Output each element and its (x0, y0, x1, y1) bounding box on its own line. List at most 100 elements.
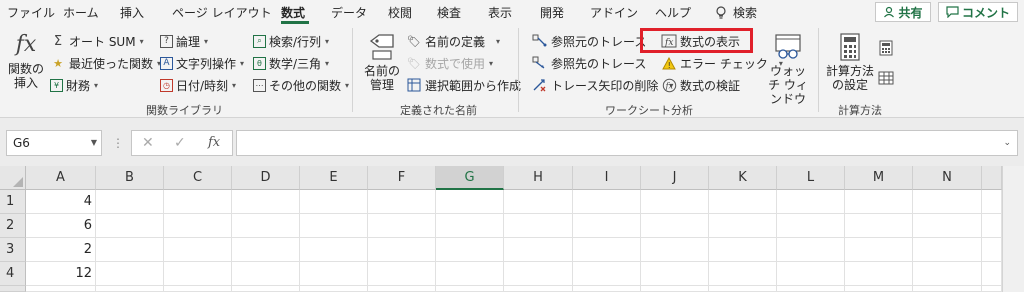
formula-input[interactable]: ⌄ (236, 130, 1018, 156)
cell-k5[interactable] (709, 286, 777, 292)
calculate-now-button[interactable] (878, 38, 894, 58)
name-box[interactable]: G6 ▼ (6, 130, 102, 156)
name-manager-button[interactable]: 名前の管理 (360, 32, 404, 92)
cell-g5[interactable] (436, 286, 504, 292)
column-header-f[interactable]: F (368, 166, 436, 190)
column-header-i[interactable]: I (573, 166, 641, 190)
cell-h4[interactable] (504, 262, 573, 286)
trace-precedents-button[interactable]: 参照元のトレース (532, 31, 646, 51)
cell-g2[interactable] (436, 214, 504, 238)
cell-extra1[interactable] (982, 190, 1002, 214)
cell-m3[interactable] (845, 238, 913, 262)
cell-e4[interactable] (300, 262, 368, 286)
cell-g1[interactable] (436, 190, 504, 214)
create-from-selection-button[interactable]: 選択範囲から作成 (406, 75, 521, 95)
cell-l4[interactable] (777, 262, 845, 286)
cell-f3[interactable] (368, 238, 436, 262)
autosum-button[interactable]: Σ オート SUM ▾ (50, 31, 144, 51)
tab-data[interactable]: データ (331, 4, 367, 21)
cell-k2[interactable] (709, 214, 777, 238)
cell-f2[interactable] (368, 214, 436, 238)
cell-c2[interactable] (164, 214, 232, 238)
tab-insert[interactable]: 挿入 (120, 4, 144, 21)
cell-d2[interactable] (232, 214, 300, 238)
cell-l2[interactable] (777, 214, 845, 238)
cell-e2[interactable] (300, 214, 368, 238)
more-functions-button[interactable]: ⋯ その他の関数 ▾ (253, 75, 349, 95)
financial-button[interactable]: ¥ 財務 ▾ (50, 75, 98, 95)
cell-e5[interactable] (300, 286, 368, 292)
cell-m2[interactable] (845, 214, 913, 238)
cell-n1[interactable] (913, 190, 982, 214)
cell-k1[interactable] (709, 190, 777, 214)
cell-c5[interactable] (164, 286, 232, 292)
cell-d5[interactable] (232, 286, 300, 292)
watch-window-button[interactable]: ウォッチ ウィンドウ (764, 32, 812, 106)
cell-j2[interactable] (641, 214, 709, 238)
tab-view[interactable]: 表示 (488, 4, 512, 21)
cell-i1[interactable] (573, 190, 641, 214)
tab-addins[interactable]: アドイン (590, 4, 638, 21)
column-header-m[interactable]: M (845, 166, 913, 190)
tab-file[interactable]: ファイル (7, 4, 55, 21)
cell-b2[interactable] (96, 214, 164, 238)
cell-f1[interactable] (368, 190, 436, 214)
share-button[interactable]: 共有 (875, 2, 931, 22)
cell-extra2[interactable] (982, 214, 1002, 238)
math-trig-button[interactable]: θ 数学/三角 ▾ (253, 53, 329, 73)
cell-extra4[interactable] (982, 262, 1002, 286)
cell-a4[interactable]: 12 (26, 262, 96, 286)
cell-j3[interactable] (641, 238, 709, 262)
cell-i2[interactable] (573, 214, 641, 238)
cell-n3[interactable] (913, 238, 982, 262)
column-header-b[interactable]: B (96, 166, 164, 190)
cell-i4[interactable] (573, 262, 641, 286)
row-header-2[interactable]: 2 (0, 214, 26, 238)
row-header-4[interactable]: 4 (0, 262, 26, 286)
cancel-x-icon[interactable]: ✕ (142, 135, 154, 151)
chevron-down-icon[interactable]: ⌄ (1003, 138, 1011, 148)
cell-f5[interactable] (368, 286, 436, 292)
enter-check-icon[interactable]: ✓ (174, 135, 186, 151)
tell-me-search[interactable]: 検索 (715, 4, 757, 21)
tab-page-layout[interactable]: ページ レイアウト (172, 4, 272, 21)
cell-j5[interactable] (641, 286, 709, 292)
cell-d4[interactable] (232, 262, 300, 286)
cell-g4[interactable] (436, 262, 504, 286)
recent-functions-button[interactable]: ★ 最近使った関数 ▾ (50, 53, 161, 73)
column-header-l[interactable]: L (777, 166, 845, 190)
comment-button[interactable]: コメント (938, 2, 1018, 22)
cell-g3[interactable] (436, 238, 504, 262)
calculation-options-button[interactable]: 計算方法 の設定 (824, 32, 876, 92)
cell-j4[interactable] (641, 262, 709, 286)
cell-e1[interactable] (300, 190, 368, 214)
cell-j1[interactable] (641, 190, 709, 214)
tab-inspect[interactable]: 検査 (437, 4, 461, 21)
cell-n5[interactable] (913, 286, 982, 292)
use-in-formula-button[interactable]: 🏷 数式で使用 ▾ (406, 53, 493, 73)
cell-i5[interactable] (573, 286, 641, 292)
cell-h2[interactable] (504, 214, 573, 238)
cell-k3[interactable] (709, 238, 777, 262)
column-header-n[interactable]: N (913, 166, 982, 190)
remove-arrows-button[interactable]: トレース矢印の削除 ▾ (532, 75, 673, 95)
column-header-c[interactable]: C (164, 166, 232, 190)
cell-l1[interactable] (777, 190, 845, 214)
trace-dependents-button[interactable]: 参照先のトレース (532, 53, 646, 73)
cell-n4[interactable] (913, 262, 982, 286)
cell-c1[interactable] (164, 190, 232, 214)
column-header-k[interactable]: K (709, 166, 777, 190)
calculate-sheet-button[interactable] (878, 68, 894, 88)
column-header-a[interactable]: A (26, 166, 96, 190)
tab-review[interactable]: 校閲 (388, 4, 412, 21)
tab-formulas[interactable]: 数式 (281, 4, 305, 21)
select-all-button[interactable] (0, 166, 26, 190)
cell-k4[interactable] (709, 262, 777, 286)
cell-l5[interactable] (777, 286, 845, 292)
column-header-e[interactable]: E (300, 166, 368, 190)
cell-a5[interactable] (26, 286, 96, 292)
tab-help[interactable]: ヘルプ (655, 4, 691, 21)
cell-m5[interactable] (845, 286, 913, 292)
cell-h1[interactable] (504, 190, 573, 214)
column-header-g[interactable]: G (436, 166, 504, 190)
